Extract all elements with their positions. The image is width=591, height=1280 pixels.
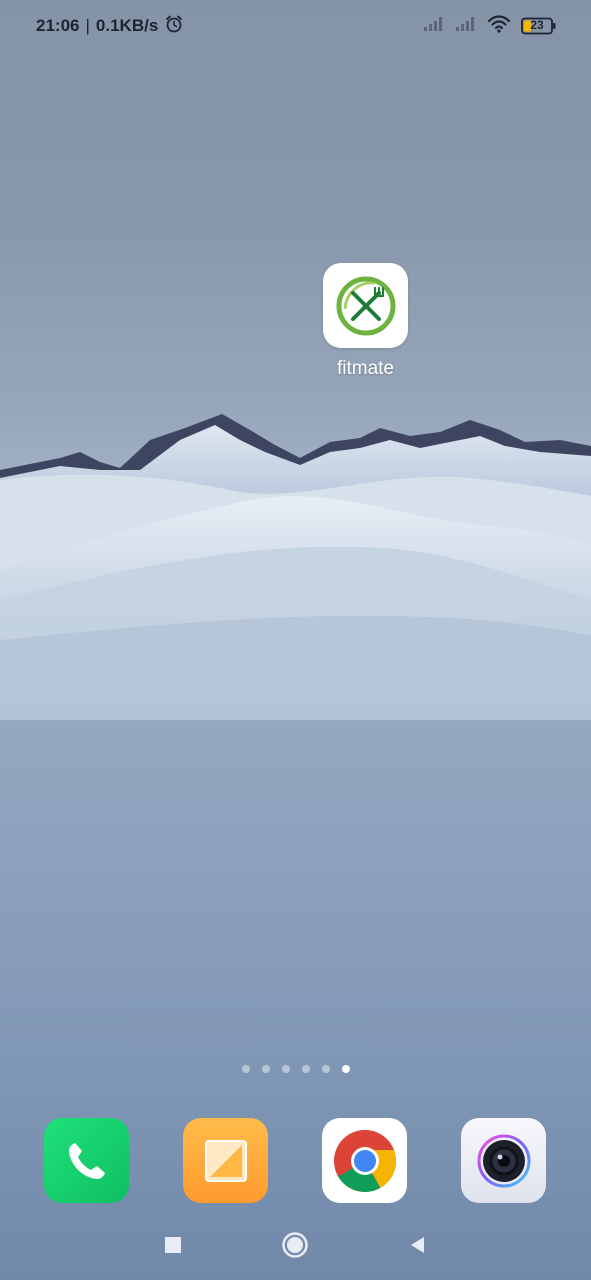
recents-button[interactable]	[158, 1230, 188, 1260]
phone-icon	[68, 1142, 105, 1179]
fork-knife-icon	[336, 276, 395, 335]
signal-icon	[455, 16, 477, 37]
camera-icon	[477, 1134, 530, 1187]
back-icon	[411, 1237, 424, 1253]
status-time: 21:06	[36, 16, 80, 35]
dock-notes[interactable]	[183, 1118, 268, 1203]
alarm-icon	[164, 14, 184, 39]
recents-icon	[165, 1237, 181, 1253]
signal-icon	[423, 16, 445, 37]
dock-chrome[interactable]	[322, 1118, 407, 1203]
dock	[0, 1118, 591, 1203]
page-dot[interactable]	[281, 1065, 290, 1073]
page-dot[interactable]	[261, 1065, 270, 1073]
app-fitmate-label: fitmate	[336, 358, 395, 379]
status-bar: 21:06 | 0.1KB/s 23	[0, 0, 591, 52]
wifi-icon	[487, 14, 511, 38]
page-dot[interactable]	[321, 1065, 330, 1073]
chrome-icon	[333, 1129, 396, 1192]
app-fitmate-icon	[323, 263, 408, 348]
status-net-speed: 0.1KB/s	[95, 16, 159, 35]
page-indicator	[0, 1065, 591, 1073]
app-fitmate[interactable]: fitmate	[323, 263, 408, 380]
page-dot-active[interactable]	[341, 1065, 350, 1073]
home-icon	[282, 1232, 308, 1258]
navigation-bar	[0, 1222, 591, 1268]
home-button[interactable]	[280, 1230, 310, 1260]
page-dot[interactable]	[241, 1065, 250, 1073]
back-button[interactable]	[402, 1230, 432, 1260]
wallpaper	[0, 414, 591, 1280]
page-dot[interactable]	[301, 1065, 310, 1073]
dock-camera[interactable]	[461, 1118, 546, 1203]
notes-icon	[204, 1139, 247, 1182]
status-separator: |	[85, 16, 90, 35]
dock-phone[interactable]	[44, 1118, 129, 1203]
battery-level: 23	[530, 18, 544, 32]
battery-icon: 23	[521, 17, 557, 35]
